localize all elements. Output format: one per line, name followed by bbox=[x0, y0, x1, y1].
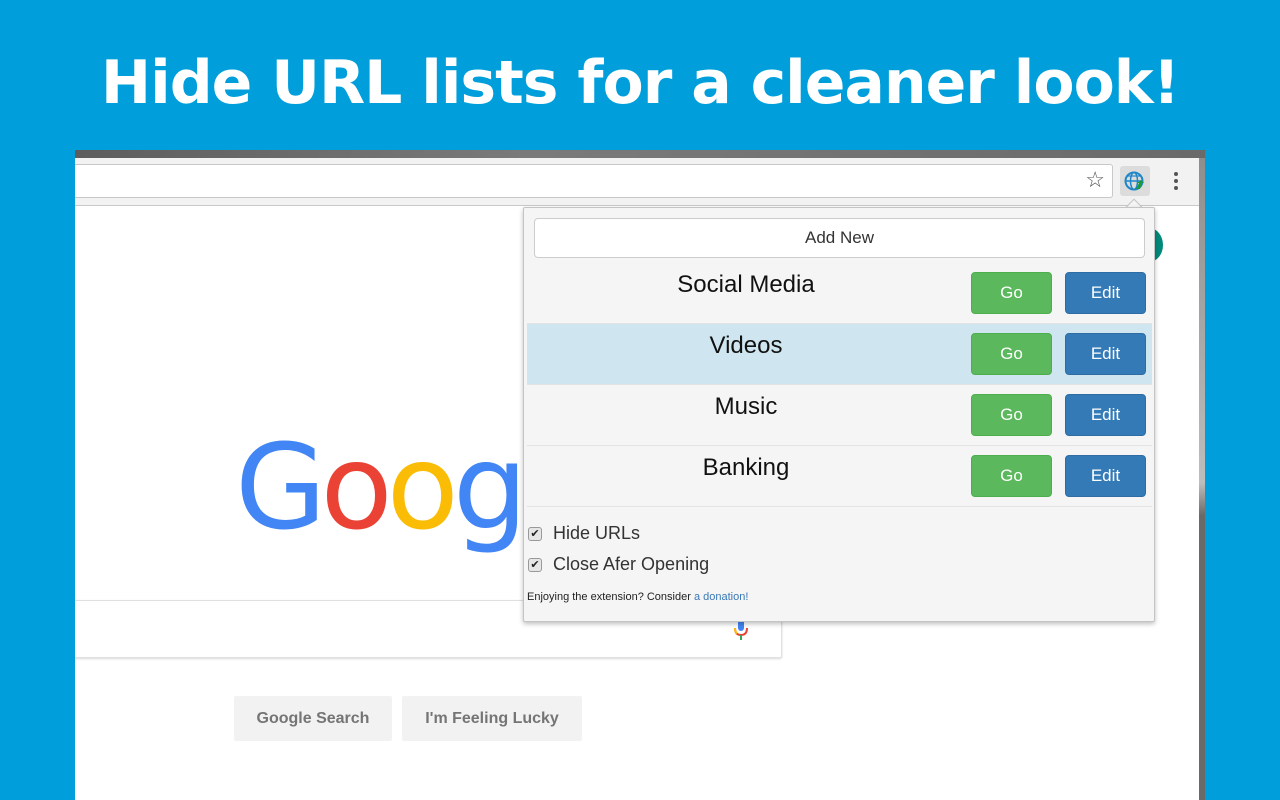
kebab-menu-icon[interactable] bbox=[1169, 170, 1183, 194]
donation-link[interactable]: a donation! bbox=[694, 591, 748, 603]
logo-letter: o bbox=[386, 418, 459, 556]
go-button[interactable]: Go bbox=[971, 394, 1052, 436]
extension-button[interactable] bbox=[1120, 166, 1150, 196]
browser-toolbar: ☆ bbox=[75, 158, 1205, 206]
go-button[interactable]: Go bbox=[971, 455, 1052, 497]
list-name: Music bbox=[714, 393, 778, 420]
close-after-opening-checkbox[interactable]: ✔ bbox=[528, 557, 542, 572]
go-button[interactable]: Go bbox=[971, 333, 1052, 375]
list-item: Videos Go Edit bbox=[527, 324, 1152, 385]
list-item: Music Go Edit bbox=[527, 385, 1152, 446]
hide-urls-checkbox[interactable]: ✔ bbox=[528, 526, 542, 541]
headline: Hide URL lists for a cleaner look! bbox=[100, 48, 1180, 118]
edit-button[interactable]: Edit bbox=[1065, 272, 1146, 314]
microphone-icon[interactable] bbox=[734, 619, 748, 641]
list-name: Banking bbox=[702, 454, 790, 481]
logo-letter: o bbox=[320, 418, 392, 556]
feeling-lucky-button[interactable]: I'm Feeling Lucky bbox=[402, 696, 582, 741]
close-after-opening-option[interactable]: ✔ Close Afer Opening bbox=[528, 554, 709, 575]
go-button[interactable]: Go bbox=[971, 272, 1052, 314]
logo-letter: g bbox=[452, 418, 528, 556]
browser-frame bbox=[75, 150, 1205, 158]
close-after-opening-label: Close Afer Opening bbox=[553, 554, 710, 574]
list-name: Social Media bbox=[677, 271, 815, 298]
edit-button[interactable]: Edit bbox=[1065, 394, 1146, 436]
extension-popup: Add New Social Media Go Edit Videos Go E… bbox=[523, 207, 1155, 622]
address-bar[interactable] bbox=[75, 164, 1113, 198]
globe-arrow-icon bbox=[1124, 171, 1144, 191]
add-new-button[interactable]: Add New bbox=[534, 218, 1145, 258]
hide-urls-label: Hide URLs bbox=[553, 523, 641, 543]
donation-text: Enjoying the extension? Consider bbox=[527, 591, 694, 603]
scrollbar[interactable] bbox=[1199, 158, 1205, 800]
google-logo: Googl bbox=[235, 418, 555, 556]
google-search-button[interactable]: Google Search bbox=[234, 696, 392, 741]
list-item: Banking Go Edit bbox=[527, 446, 1152, 507]
donation-note: Enjoying the extension? Consider a donat… bbox=[527, 591, 748, 603]
edit-button[interactable]: Edit bbox=[1065, 333, 1146, 375]
hide-urls-option[interactable]: ✔ Hide URLs bbox=[528, 523, 640, 544]
edit-button[interactable]: Edit bbox=[1065, 455, 1146, 497]
list-item: Social Media Go Edit bbox=[527, 263, 1152, 324]
logo-letter: G bbox=[235, 418, 326, 556]
list-name: Videos bbox=[709, 332, 783, 359]
